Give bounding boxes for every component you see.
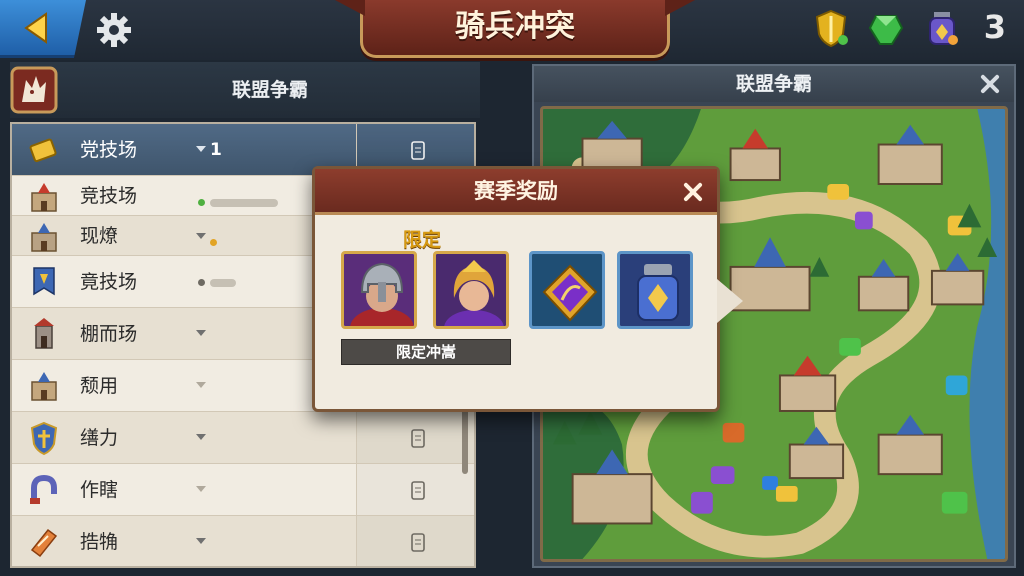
list-item-label: 捁觕 xyxy=(80,531,119,553)
back-button[interactable] xyxy=(0,0,86,58)
limited-hero-label: 限定冲嵩 xyxy=(341,339,511,365)
mage-hero-portrait[interactable] xyxy=(433,251,509,329)
left-panel-header: 联盟争霸 xyxy=(10,62,480,118)
status-dot xyxy=(198,279,205,286)
chevron-down-icon xyxy=(196,382,206,388)
gold-ticket-icon xyxy=(29,138,57,163)
limited-tag: 限定 xyxy=(403,229,442,251)
banner-icon xyxy=(33,267,55,296)
list-item[interactable]: 作瞎 xyxy=(12,464,474,516)
chevron-down-icon xyxy=(196,538,206,544)
magnet-icon xyxy=(30,474,57,504)
list-item-value: 1 xyxy=(210,140,222,160)
shield-badge-icon[interactable] xyxy=(812,8,850,48)
list-item-label: 缮力 xyxy=(80,427,119,449)
chevron-down-icon xyxy=(196,486,206,492)
purple-rune-icon[interactable] xyxy=(529,251,605,329)
green-resource[interactable] xyxy=(941,491,968,514)
castle-icon xyxy=(31,183,57,212)
gold-resource[interactable] xyxy=(827,184,850,200)
status-dot xyxy=(198,199,205,206)
popup-pointer xyxy=(717,279,743,323)
popup-close-icon[interactable] xyxy=(679,178,707,206)
close-icon[interactable] xyxy=(976,70,1004,98)
purple-resource[interactable] xyxy=(691,491,713,514)
title-banner: 骑兵冲突 xyxy=(360,0,670,58)
green-gem-icon[interactable] xyxy=(866,8,906,48)
purple-resource[interactable] xyxy=(710,466,735,484)
resource-count: 3 xyxy=(983,8,1006,46)
chevron-down-icon xyxy=(196,146,206,152)
tower-icon xyxy=(34,318,54,349)
list-item-label: 作瞎 xyxy=(80,479,119,501)
list-item-label: 竟技场 xyxy=(80,271,138,293)
back-arrow-icon xyxy=(24,12,47,44)
blue-potion-icon[interactable] xyxy=(617,251,693,329)
clipboard-icon[interactable] xyxy=(411,428,425,448)
list-item-label: 颓用 xyxy=(80,375,119,397)
season-reward-popup: 赛季奖励 限定 限定冲嵩 xyxy=(312,166,743,412)
left-panel-title: 联盟争霸 xyxy=(231,79,308,101)
green-resource[interactable] xyxy=(839,337,861,356)
status-dot xyxy=(210,239,217,246)
clipboard-icon[interactable] xyxy=(411,480,425,500)
shield-icon xyxy=(30,421,58,456)
gear-icon[interactable] xyxy=(94,10,134,50)
map-panel-header: 联盟争霸 xyxy=(534,66,1014,102)
list-item-label: 现燎 xyxy=(80,225,119,247)
list-cell xyxy=(356,412,474,463)
dragon-crest-icon xyxy=(10,66,58,114)
chevron-down-icon xyxy=(196,330,206,336)
list-cell xyxy=(356,464,474,515)
list-cell xyxy=(356,516,474,566)
chevron-down-icon xyxy=(196,233,206,239)
blue-resource[interactable] xyxy=(762,476,778,490)
blue-resource[interactable] xyxy=(945,375,968,396)
list-item-label: 竞技场 xyxy=(80,185,138,207)
popup-title: 赛季奖励 xyxy=(474,179,558,203)
clipboard-icon[interactable] xyxy=(411,532,425,552)
orange-resource[interactable] xyxy=(722,422,745,443)
progress-bar xyxy=(210,279,236,287)
list-item[interactable]: 缮力 xyxy=(12,412,474,464)
map-panel-title: 联盟争霸 xyxy=(735,73,812,95)
gold-resource[interactable] xyxy=(775,485,798,502)
chevron-down-icon xyxy=(196,434,206,440)
scroll-icon xyxy=(30,528,58,558)
popup-header: 赛季奖励 xyxy=(315,169,717,215)
page-title: 骑兵冲突 xyxy=(455,9,575,44)
castle-small-icon xyxy=(31,223,57,252)
list-item-label: 棚而玚 xyxy=(80,323,138,345)
castle-icon xyxy=(31,372,57,401)
top-bar: 骑兵冲突 3 xyxy=(0,0,1024,60)
list-item-label: 党技场 xyxy=(80,139,138,161)
progress-bar xyxy=(210,199,278,207)
potion-icon[interactable] xyxy=(922,8,962,48)
purple-resource[interactable] xyxy=(854,211,873,230)
list-item[interactable]: 捁觕 xyxy=(12,516,474,566)
clipboard-icon[interactable] xyxy=(411,140,425,160)
knight-hero-portrait[interactable] xyxy=(341,251,417,329)
